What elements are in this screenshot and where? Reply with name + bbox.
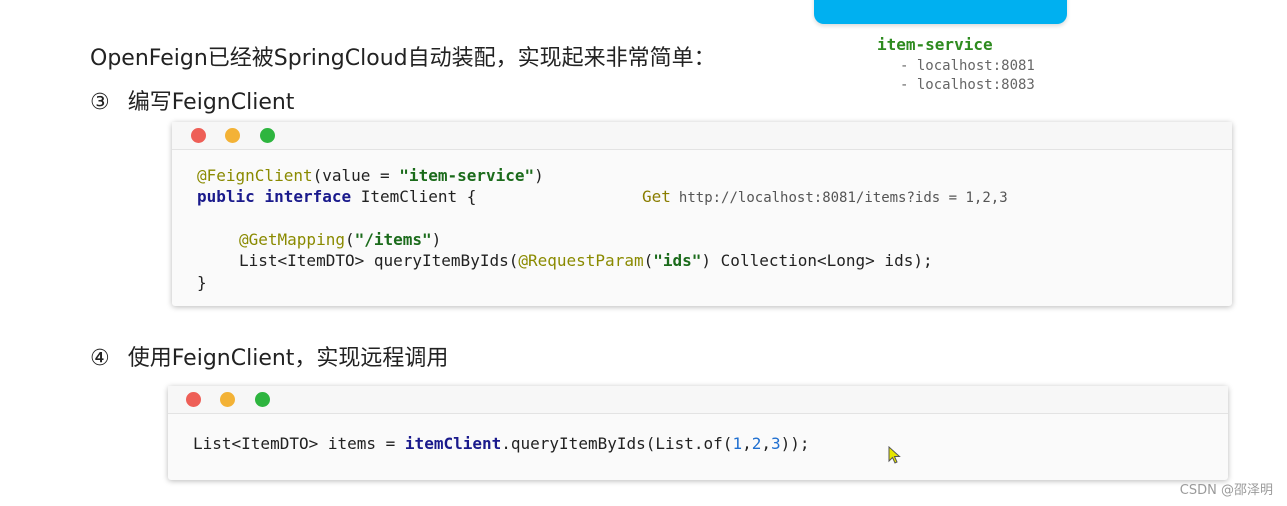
field-itemclient: itemClient bbox=[404, 434, 502, 453]
annotation-getmapping: @GetMapping bbox=[239, 230, 345, 249]
code-line-1: @FeignClient(value = "item-service") bbox=[197, 166, 544, 185]
keyword-interface: interface bbox=[264, 187, 352, 206]
number-literal: 2 bbox=[751, 434, 762, 453]
minimize-dot-icon bbox=[220, 392, 235, 407]
service-instance-2: - localhost:8083 bbox=[900, 77, 1035, 93]
code-text: ItemClient { bbox=[351, 187, 477, 206]
step4-number: ④ bbox=[90, 346, 110, 371]
code-line-call: List<ItemDTO> items = itemClient.queryIt… bbox=[193, 434, 810, 453]
close-dot-icon bbox=[191, 128, 206, 143]
code-line-4: @GetMapping("/items") bbox=[239, 230, 441, 249]
code-line-5: List<ItemDTO> queryItemByIds(@RequestPar… bbox=[239, 251, 933, 270]
mouse-cursor-icon bbox=[888, 446, 901, 464]
service-instance-1: - localhost:8081 bbox=[900, 58, 1035, 74]
service-box bbox=[814, 0, 1067, 24]
string-literal: "/items" bbox=[354, 230, 432, 249]
code-text: ( bbox=[643, 251, 654, 270]
code-text: ( bbox=[344, 230, 355, 249]
step4-label: 使用FeignClient，实现远程调用 bbox=[127, 346, 449, 371]
code-text: List<ItemDTO> items = bbox=[193, 434, 405, 453]
code-text: (value = bbox=[312, 166, 400, 185]
code-line-6: } bbox=[197, 273, 207, 292]
code-text: } bbox=[197, 273, 207, 292]
window-titlebar bbox=[172, 122, 1232, 150]
code-text: ) bbox=[431, 230, 442, 249]
http-url: http://localhost:8081/items?ids = 1,2,3 bbox=[678, 190, 1008, 206]
number-literal: 1 bbox=[732, 434, 743, 453]
code-text: List<ItemDTO> queryItemByIds( bbox=[239, 251, 519, 270]
step3-number: ③ bbox=[90, 90, 110, 115]
step3-heading: ③ 编写FeignClient bbox=[90, 84, 294, 116]
code-text: )); bbox=[780, 434, 810, 453]
minimize-dot-icon bbox=[225, 128, 240, 143]
maximize-dot-icon bbox=[255, 392, 270, 407]
http-method: Get bbox=[642, 187, 671, 206]
code-text: ) bbox=[534, 166, 544, 185]
watermark: CSDN @邵泽明 bbox=[1179, 483, 1273, 498]
code-text: .queryItemByIds(List.of( bbox=[501, 434, 733, 453]
code-text: , bbox=[761, 434, 771, 453]
maximize-dot-icon bbox=[260, 128, 275, 143]
code-window-remote-call: List<ItemDTO> items = itemClient.queryIt… bbox=[168, 386, 1228, 480]
code-text: ) Collection<Long> ids); bbox=[701, 251, 933, 270]
code-text: , bbox=[742, 434, 752, 453]
number-literal: 3 bbox=[771, 434, 781, 453]
service-name: item-service bbox=[877, 35, 993, 54]
keyword-public: public bbox=[197, 187, 255, 206]
annotation-feignclient: @FeignClient bbox=[197, 166, 313, 185]
string-literal: "item-service" bbox=[399, 166, 535, 185]
code-line-2: public interface ItemClient { bbox=[197, 187, 476, 206]
step3-label: 编写FeignClient bbox=[127, 90, 295, 115]
string-literal: "ids" bbox=[653, 251, 702, 270]
step4-heading: ④ 使用FeignClient，实现远程调用 bbox=[90, 340, 448, 372]
window-titlebar bbox=[168, 386, 1228, 414]
http-request-note: Get http://localhost:8081/items?ids = 1,2… bbox=[642, 187, 1008, 206]
annotation-requestparam: @RequestParam bbox=[518, 251, 644, 270]
close-dot-icon bbox=[186, 392, 201, 407]
code-window-feign-client: @FeignClient(value = "item-service") pub… bbox=[172, 122, 1232, 306]
intro-text: OpenFeign已经被SpringCloud自动装配，实现起来非常简单： bbox=[90, 46, 716, 71]
